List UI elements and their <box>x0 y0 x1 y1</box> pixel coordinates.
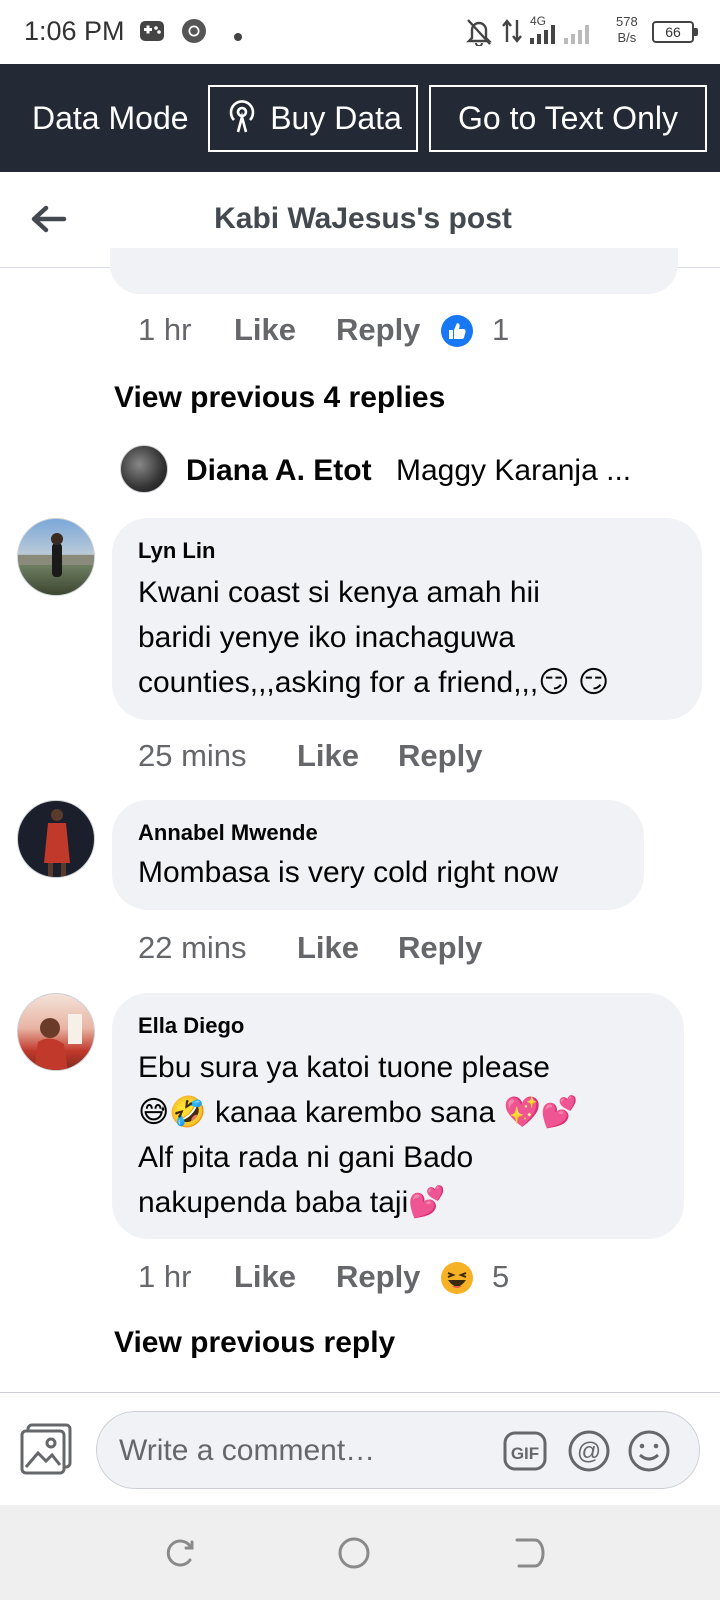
reaction-count: 1 <box>492 312 510 347</box>
comment-bubble: Lyn Lin Kwani coast si kenya amah hii ba… <box>112 518 702 720</box>
text-only-button[interactable]: Go to Text Only <box>429 85 707 152</box>
reaction-count: 5 <box>492 1259 510 1294</box>
status-time: 1:06 PM <box>24 16 125 46</box>
net-speed-unit: B/s <box>617 30 637 45</box>
data-arrows-icon <box>501 18 523 49</box>
like-reaction-icon <box>440 314 474 353</box>
page-title: Kabi WaJesus's post <box>214 202 512 235</box>
comment-text: Kwani coast si kenya amah hii baridi yen… <box>138 576 610 699</box>
text-only-label: Go to Text Only <box>458 100 678 136</box>
emoji-icon[interactable] <box>627 1429 671 1473</box>
photo-icon[interactable] <box>20 1423 74 1475</box>
avatar[interactable] <box>17 518 95 596</box>
like-button[interactable]: Like <box>297 930 359 966</box>
gamepad-icon <box>139 18 165 49</box>
comment-text: Mombasa is very cold right now <box>138 856 559 889</box>
avatar[interactable] <box>17 993 95 1071</box>
net-speed: 578 B/s <box>616 14 638 46</box>
mention-icon[interactable]: @ <box>567 1429 611 1473</box>
comment-time: 1 hr <box>138 312 192 347</box>
svg-text:GIF: GIF <box>511 1444 539 1463</box>
reply-button[interactable]: Reply <box>398 930 482 966</box>
comment-bubble: Ella Diego Ebu sura ya katoi tuone pleas… <box>112 993 684 1239</box>
net-speed-value: 578 <box>616 14 638 29</box>
haha-reaction-icon <box>440 1261 474 1300</box>
data-mode-bar: Data Mode Buy Data Go to Text Only <box>0 64 720 172</box>
reply-button[interactable]: Reply <box>398 738 482 774</box>
reply-button[interactable]: Reply <box>336 1259 420 1295</box>
comment-input-placeholder: Write a comment… <box>119 1434 376 1467</box>
buy-data-label: Buy Data <box>270 100 402 136</box>
status-bar: 1:06 PM 4G 578 B/s 66 <box>0 0 720 64</box>
broadcast-icon <box>224 97 260 141</box>
buy-data-button[interactable]: Buy Data <box>208 85 418 152</box>
like-button[interactable]: Like <box>297 738 359 774</box>
system-nav-bar <box>0 1505 720 1600</box>
svg-text:@: @ <box>577 1438 601 1465</box>
comment-author[interactable]: Annabel Mwende <box>138 820 318 846</box>
chrome-icon <box>181 18 207 49</box>
recent-apps-icon[interactable] <box>163 1536 197 1570</box>
comment-author[interactable]: Lyn Lin <box>138 538 215 564</box>
comment-composer: Write a comment… GIF @ <box>0 1392 720 1505</box>
previous-comment-bubble <box>110 248 678 294</box>
comment-input[interactable]: Write a comment… GIF @ <box>96 1411 700 1489</box>
avatar[interactable] <box>17 800 95 878</box>
view-previous-reply[interactable]: View previous reply <box>114 1326 395 1360</box>
comment-time: 25 mins <box>138 738 247 773</box>
battery-icon: 66 <box>652 21 698 43</box>
comment-author[interactable]: Ella Diego <box>138 1013 244 1039</box>
reply-preview-snippet: Maggy Karanja ... <box>396 454 632 487</box>
gif-icon[interactable]: GIF <box>503 1429 547 1473</box>
reply-preview-author: Diana A. Etot <box>186 454 372 487</box>
signal-icon <box>530 20 596 49</box>
comment-time: 1 hr <box>138 1259 192 1294</box>
comment-time: 22 mins <box>138 930 247 965</box>
reply-button[interactable]: Reply <box>336 312 420 348</box>
like-button[interactable]: Like <box>234 312 296 348</box>
home-icon[interactable] <box>337 1536 371 1570</box>
avatar <box>120 445 168 493</box>
comment-text: Ebu sura ya katoi tuone please 😅🤣 kanaa … <box>138 1051 579 1219</box>
dot-icon <box>234 28 242 46</box>
data-mode-label: Data Mode <box>32 100 189 136</box>
battery-level: 66 <box>665 24 681 40</box>
like-button[interactable]: Like <box>234 1259 296 1295</box>
comment-bubble: Annabel Mwende Mombasa is very cold righ… <box>112 800 644 910</box>
back-icon[interactable] <box>513 1536 547 1570</box>
mute-bell-icon <box>466 18 492 51</box>
view-previous-replies[interactable]: View previous 4 replies <box>114 381 445 415</box>
